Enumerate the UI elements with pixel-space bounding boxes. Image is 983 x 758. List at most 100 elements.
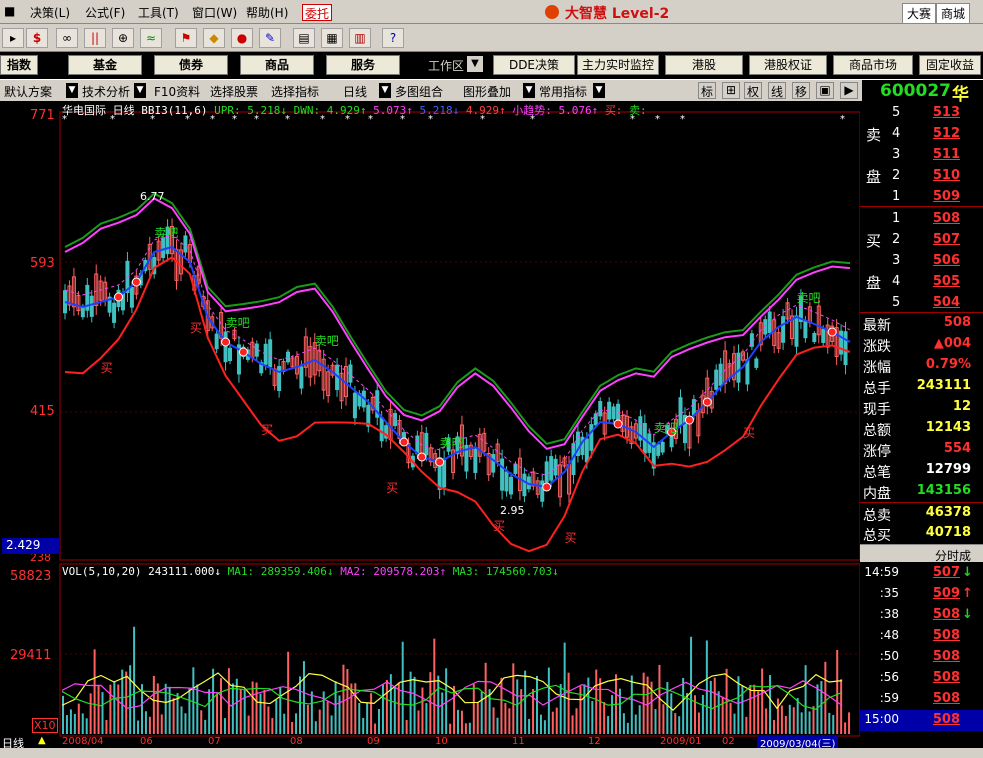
buy-price[interactable]: 505 <box>920 274 960 289</box>
buy-signal-label: 买 <box>493 519 505 533</box>
entrust-button[interactable]: 委托 <box>302 4 332 21</box>
barcode-icon[interactable]: || <box>84 28 106 48</box>
nav-index[interactable]: 指数 <box>0 55 38 75</box>
volume-bar <box>322 691 325 734</box>
nav-commodity[interactable]: 商品 <box>240 55 314 75</box>
mode-play-button[interactable]: ▶ <box>840 82 858 99</box>
volume-bar <box>776 698 779 734</box>
nav-dde[interactable]: DDE决策 <box>493 55 575 75</box>
quote-value: 508 <box>943 315 971 330</box>
buy-level: 4 <box>892 274 901 289</box>
quote-value: 12799 <box>925 462 971 477</box>
tech-analysis[interactable]: 技术分析 <box>82 83 130 100</box>
mode-line-button[interactable]: 线 <box>768 82 786 99</box>
dropdown-icon[interactable]: ▼ <box>593 83 605 98</box>
candle-body <box>589 424 594 451</box>
volume-bar <box>89 693 92 734</box>
nav-fixed-income[interactable]: 固定收益 <box>919 55 981 75</box>
nav-hk-warrant[interactable]: 港股权证 <box>749 55 827 75</box>
buy-signal-label: 买 <box>101 361 113 375</box>
buy-price[interactable]: 508 <box>920 211 960 226</box>
workarea-dropdown-icon[interactable]: ▼ <box>467 56 483 72</box>
f10-info[interactable]: F10资料 <box>154 83 200 100</box>
volume-bar <box>85 718 88 734</box>
daily-line[interactable]: 日线 <box>343 83 367 100</box>
volume-bar <box>654 709 657 734</box>
dropdown-icon[interactable]: ▼ <box>66 83 78 98</box>
mode-window-button[interactable]: ▣ <box>816 82 834 99</box>
mode-grid-button[interactable]: ⊞ <box>722 82 740 99</box>
signal-marker <box>702 397 712 407</box>
sell-price[interactable]: 510 <box>920 168 960 183</box>
default-scheme[interactable]: 默认方案 <box>4 83 52 100</box>
sell-price[interactable]: 512 <box>920 126 960 141</box>
kline-chart[interactable]: 买买买买买买买卖吧 卖吧 卖吧 卖吧 卖吧 卖吧 * * * * * * * * * * * * * * * * * * * 7… <box>0 102 860 750</box>
menu-formula[interactable]: 公式(F) <box>85 4 125 21</box>
select-stock[interactable]: 选择股票 <box>210 83 258 100</box>
menu-window[interactable]: 窗口(W) <box>192 4 237 21</box>
select-indicator[interactable]: 选择指标 <box>271 83 319 100</box>
binoculars-icon[interactable]: ∞ <box>56 28 78 48</box>
bottom-scrollbar[interactable] <box>0 748 983 758</box>
volume-bar <box>476 701 479 734</box>
buy-price[interactable]: 506 <box>920 253 960 268</box>
dropdown-icon[interactable]: ▼ <box>134 83 146 98</box>
binoculars2-icon[interactable]: ⊕ <box>112 28 134 48</box>
menu-icon[interactable]: ■ <box>4 4 15 18</box>
candle-body <box>736 352 741 383</box>
wave-icon[interactable]: ≈ <box>140 28 162 48</box>
nav-hk[interactable]: 港股 <box>665 55 743 75</box>
sell-price[interactable]: 511 <box>920 147 960 162</box>
volume-bar <box>792 707 795 734</box>
nav-bond[interactable]: 债券 <box>154 55 228 75</box>
dropdown-icon[interactable]: ▼ <box>523 83 535 98</box>
mall-button[interactable]: 商城 <box>936 3 971 24</box>
buy-price[interactable]: 507 <box>920 232 960 247</box>
signal-marker <box>417 452 427 462</box>
pen-icon[interactable]: ✎ <box>259 28 281 48</box>
volume-bar <box>156 683 159 734</box>
grid-icon[interactable]: ▦ <box>321 28 343 48</box>
dropdown-icon[interactable]: ▼ <box>379 83 391 98</box>
date-tick: 08 <box>290 736 303 747</box>
mode-rights-button[interactable]: 权 <box>744 82 762 99</box>
nav-service[interactable]: 服务 <box>326 55 400 75</box>
overlay-chart[interactable]: 图形叠加 <box>463 83 511 100</box>
up-arrow-icon[interactable]: ▲ <box>38 735 46 746</box>
help-icon[interactable]: ? <box>382 28 404 48</box>
menu-help[interactable]: 帮助(H) <box>246 4 288 21</box>
menu-tools[interactable]: 工具(T) <box>138 4 179 21</box>
candle-body <box>424 432 429 456</box>
volume-bar <box>800 712 803 734</box>
quote-row: 涨幅 0.79% <box>860 355 983 376</box>
multi-chart[interactable]: 多图组合 <box>395 83 443 100</box>
volume-bar <box>464 723 467 734</box>
nav-fund[interactable]: 基金 <box>68 55 142 75</box>
candle-body <box>183 235 188 253</box>
sell-price[interactable]: 513 <box>920 105 960 120</box>
mode-label-button[interactable]: 标 <box>698 82 716 99</box>
buy-price[interactable]: 504 <box>920 295 960 310</box>
candle-body <box>754 358 759 368</box>
volume-bar <box>512 663 515 734</box>
book-icon[interactable]: ▥ <box>349 28 371 48</box>
volume-bar <box>630 675 633 734</box>
contest-button[interactable]: 大赛 <box>902 3 937 24</box>
dollar-icon[interactable]: $ <box>26 28 48 48</box>
calc-icon[interactable]: ▤ <box>293 28 315 48</box>
volume-bar <box>374 723 377 734</box>
volume-bar <box>152 675 155 734</box>
diamond-icon[interactable]: ◆ <box>203 28 225 48</box>
nav-commodity-market[interactable]: 商品市场 <box>833 55 913 75</box>
menu-decision[interactable]: 决策(L) <box>30 4 70 21</box>
flag-icon[interactable]: ⚑ <box>175 28 197 48</box>
sell-price[interactable]: 509 <box>920 189 960 204</box>
volume-bar <box>393 687 396 734</box>
nav-main-monitor[interactable]: 主力实时监控 <box>577 55 659 75</box>
refresh-icon[interactable]: ▸ <box>2 28 24 48</box>
volume-bar <box>220 678 222 734</box>
mode-move-button[interactable]: 移 <box>792 82 810 99</box>
volume-bar <box>97 686 100 734</box>
common-indicator[interactable]: 常用指标 <box>539 83 587 100</box>
record-icon[interactable]: ● <box>231 28 253 48</box>
